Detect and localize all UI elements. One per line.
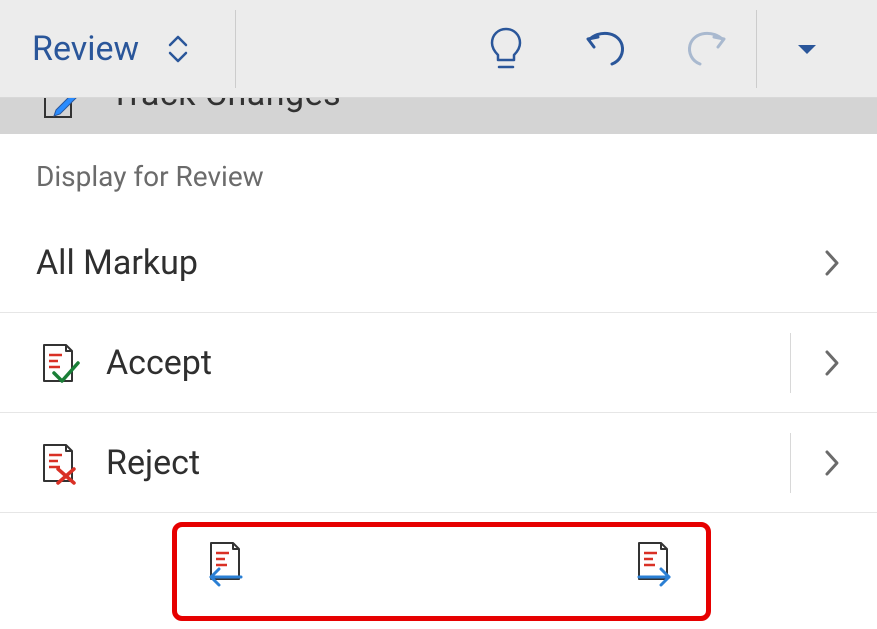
accept-label: Accept (106, 343, 790, 383)
tab-review[interactable]: Review (32, 29, 139, 69)
track-changes-label: Track Changes (110, 98, 341, 114)
tab-switcher[interactable] (167, 34, 189, 64)
reject-icon (36, 441, 86, 485)
chevron-right-icon[interactable] (823, 448, 841, 478)
header-actions (456, 0, 857, 98)
next-change-icon (629, 539, 677, 587)
header-divider (235, 10, 236, 88)
track-changes-icon (42, 98, 78, 124)
lightbulb-button[interactable] (456, 0, 556, 98)
all-markup-row[interactable]: All Markup (0, 213, 877, 313)
previous-change-icon (201, 539, 249, 587)
chevron-up-icon (167, 34, 189, 48)
split-divider (790, 433, 791, 493)
all-markup-label: All Markup (36, 243, 823, 283)
reject-label: Reject (106, 443, 790, 483)
header-bar: Review (0, 0, 877, 98)
next-change-button[interactable] (629, 539, 677, 591)
chevron-right-icon[interactable] (823, 348, 841, 378)
accept-icon (36, 341, 86, 385)
dropdown-triangle-icon (796, 42, 818, 56)
chevron-down-icon (167, 50, 189, 64)
redo-icon (684, 29, 728, 69)
reject-row[interactable]: Reject (0, 413, 877, 513)
accept-row[interactable]: Accept (0, 313, 877, 413)
track-changes-row-partial: Track Changes (0, 98, 877, 134)
undo-icon (584, 29, 628, 69)
lightbulb-icon (488, 26, 524, 72)
redo-button[interactable] (656, 0, 756, 98)
more-dropdown[interactable] (757, 0, 857, 98)
chevron-right-icon (823, 248, 841, 278)
previous-change-button[interactable] (201, 539, 249, 591)
change-navigation-row (0, 513, 877, 616)
display-for-review-label: Display for Review (0, 134, 877, 213)
undo-button[interactable] (556, 0, 656, 98)
split-divider (790, 333, 791, 393)
